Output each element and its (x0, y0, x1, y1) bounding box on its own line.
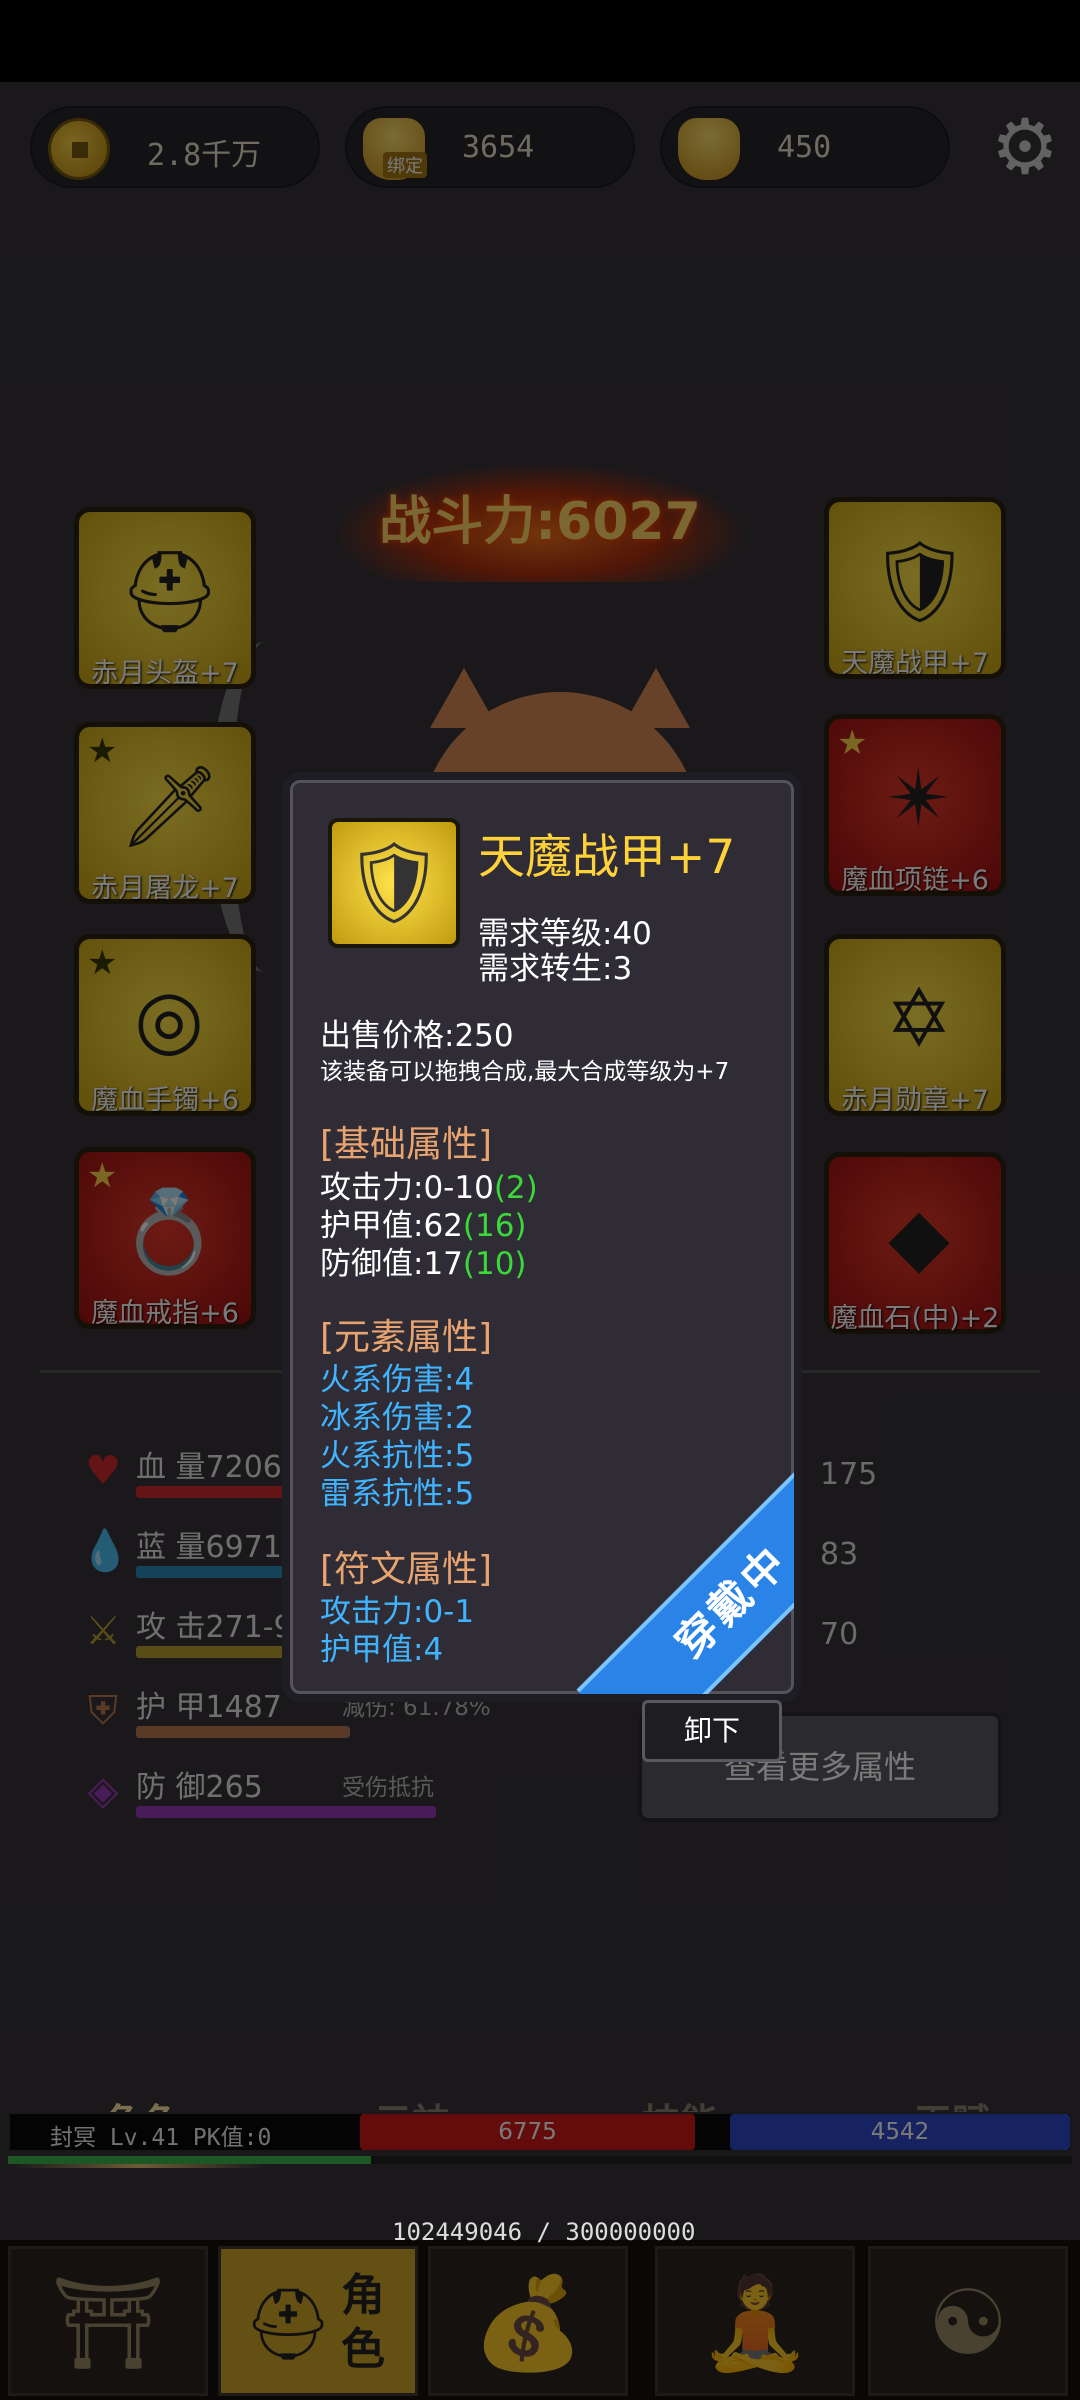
star-icon: ★ (837, 723, 868, 763)
equip-slot-bracelet[interactable]: ★ ◎ 魔血手镯+6 (74, 934, 256, 1116)
armor-icon: 🛡 (869, 535, 971, 628)
exp-text: 102449046 / 300000000 (392, 2218, 696, 2246)
nav-character-label: 角色 (341, 2270, 385, 2375)
synth-note: 该装备可以拖拽合成,最大合成等级为+7 (320, 1059, 730, 1085)
star-icon: ★ (87, 1156, 118, 1196)
equip-name: 魔血石(中)+2 (830, 1303, 1000, 1334)
copper-display: 2.8千万 (30, 106, 320, 188)
equip-name: 赤月勋章+7 (841, 1085, 989, 1116)
equip-name: 魔血戒指+6 (91, 1298, 239, 1329)
right-stat-value: 70 (820, 1617, 859, 1652)
equip-slot-helmet[interactable]: ⛑ 赤月头盔+7 (74, 507, 256, 689)
shield-icon: ⛨ (88, 1688, 118, 1734)
stat-label: 血 量7206 (136, 1450, 282, 1485)
bag-icon: 💰 (471, 2271, 585, 2376)
settings-gear-icon[interactable]: ⚙ (985, 107, 1065, 187)
stat-defense: ◈ 防 御265 受伤抵抗 (80, 1762, 500, 1832)
equip-slot-ring[interactable]: ★ 💍 魔血戒指+6 (74, 1147, 256, 1329)
combat-power-text: 战斗力:6027 (379, 492, 701, 552)
wearing-label: 穿戴中 (665, 1535, 798, 1668)
attr-label: 防御值:17 (320, 1246, 463, 1282)
medal-icon: ✡ (885, 972, 953, 1065)
stat-label: 防 御265 (136, 1770, 263, 1805)
element-attr-line: 雷系抗性:5 (320, 1476, 475, 1512)
req-rebirth: 需求转生:3 (478, 951, 633, 987)
nav-character[interactable]: ⛑ 角色 (218, 2246, 418, 2396)
copper-coin-icon (48, 118, 110, 180)
gold-ingot-icon (678, 118, 740, 180)
equip-name: 赤月屠龙+7 (91, 873, 239, 904)
armor-stat-bar (136, 1726, 350, 1738)
bound-gold-amount: 3654 (462, 130, 535, 165)
bound-tag: 绑定 (383, 152, 427, 178)
equip-name: 魔血项链+6 (841, 865, 989, 896)
equip-slot-necklace[interactable]: ★ ✴ 魔血项链+6 (824, 714, 1006, 896)
attr-bonus: (10) (462, 1246, 527, 1282)
bottom-nav: ⛩ ⛑ 角色 💰 🧘 ☯ (0, 2240, 1080, 2400)
hp-bar: 6775 (360, 2114, 695, 2150)
unequip-button[interactable]: 卸下 (642, 1700, 782, 1762)
necklace-icon: ✴ (885, 752, 953, 845)
meditation-icon: 🧘 (698, 2271, 812, 2376)
item-tooltip: 🛡 天魔战甲+7 需求等级:40 需求转生:3 出售价格:250 该装备可以拖拽… (282, 772, 802, 1702)
mp-bar: 4542 (730, 2114, 1070, 2150)
player-info: 封冥 Lv.41 PK值:0 (50, 2125, 272, 2151)
nav-meditation[interactable]: 🧘 (655, 2246, 855, 2396)
basic-attr-line: 防御值:17(10) (320, 1238, 527, 1283)
sword-icon: 🗡 (119, 760, 221, 853)
exp-bar (8, 2156, 1072, 2164)
stat-label: 蓝 量6971 (136, 1530, 282, 1565)
combat-power: 战斗力:6027 (330, 462, 750, 582)
wearing-ribbon: 穿戴中 (576, 1378, 798, 1694)
water-drop-icon: 💧 (80, 1528, 130, 1574)
equip-name: 赤月头盔+7 (91, 658, 239, 689)
helmet-icon: ⛑ (119, 545, 221, 638)
element-attr-header: [元素属性] (320, 1317, 493, 1358)
defense-icon: ◈ (87, 1768, 119, 1814)
taiji-icon: ☯ (927, 2271, 1009, 2376)
right-stat-value: 83 (820, 1537, 859, 1572)
equip-name: 天魔战甲+7 (841, 648, 989, 679)
stat-sub: 受伤抵抗 (342, 1775, 434, 1801)
equip-name: 魔血手镯+6 (91, 1085, 239, 1116)
ring-icon: 💍 (119, 1185, 219, 1278)
star-icon: ★ (87, 731, 118, 771)
nav-taiji[interactable]: ☯ (868, 2246, 1068, 2396)
copper-amount: 2.8千万 (147, 138, 262, 173)
star-icon: ★ (87, 943, 118, 983)
rune-attr-header: [符文属性] (320, 1549, 493, 1590)
equip-slot-medal[interactable]: ✡ 赤月勋章+7 (824, 934, 1006, 1116)
gold-amount: 450 (777, 130, 832, 165)
bound-gold-display: 绑定 3654 (345, 106, 635, 188)
gold-display: 450 (660, 106, 950, 188)
right-stat-value: 175 (820, 1457, 878, 1492)
item-name: 天魔战甲+7 (478, 830, 736, 885)
bracelet-icon: ◎ (134, 972, 204, 1065)
nav-bag[interactable]: 💰 (428, 2246, 628, 2396)
gem-icon: ◆ (888, 1190, 950, 1283)
sword-icon: ⚔ (85, 1608, 121, 1654)
basic-attr-header: [基础属性] (320, 1124, 493, 1165)
stat-label: 护 甲1487 (136, 1690, 282, 1725)
defense-stat-bar (136, 1806, 436, 1818)
sell-price: 出售价格:250 (320, 1018, 514, 1054)
stat-label: 攻 击271-9 (136, 1610, 293, 1645)
equip-slot-gem[interactable]: ◆ 魔血石(中)+2 (824, 1152, 1006, 1334)
equip-slot-armor[interactable]: 🛡 天魔战甲+7 (824, 497, 1006, 679)
rune-attr-line: 护甲值:4 (320, 1632, 444, 1668)
armor-icon: 🛡 (328, 818, 460, 948)
heart-icon: ♥ (85, 1448, 121, 1494)
exp-bar-fill (8, 2156, 372, 2164)
equip-slot-weapon[interactable]: ★ 🗡 赤月屠龙+7 (74, 722, 256, 904)
